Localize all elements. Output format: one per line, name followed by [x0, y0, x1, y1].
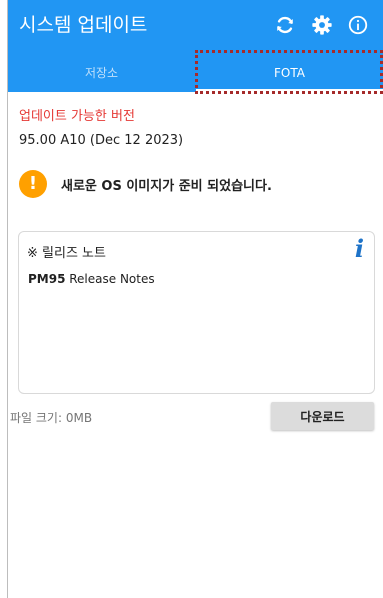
- release-notes-text: Release Notes: [65, 272, 155, 286]
- settings-button[interactable]: [308, 11, 336, 39]
- info-icon: [348, 15, 368, 35]
- tab-storage[interactable]: 저장소: [8, 56, 195, 92]
- download-button[interactable]: 다운로드: [271, 402, 374, 430]
- app-title: 시스템 업데이트: [19, 14, 148, 36]
- tab-fota[interactable]: FOTA: [196, 56, 383, 92]
- tab-selected-indicator: [196, 89, 383, 92]
- release-notes-card: ※ 릴리즈 노트 i PM95 Release Notes: [18, 231, 375, 394]
- exclamation-icon: !: [19, 170, 47, 198]
- os-image-ready-message: 새로운 OS 이미지가 준비 되었습니다.: [61, 179, 272, 194]
- release-notes-body: PM95 Release Notes: [28, 272, 155, 286]
- gear-icon: [312, 15, 332, 35]
- release-notes-title: ※ 릴리즈 노트: [27, 246, 106, 261]
- info-italic-icon[interactable]: i: [355, 236, 364, 262]
- release-notes-model: PM95: [28, 272, 66, 286]
- available-version-label: 업데이트 가능한 버전: [19, 109, 135, 124]
- tab-bar: 저장소 FOTA: [8, 56, 383, 92]
- info-button[interactable]: [344, 11, 372, 39]
- version-text: 95.00 A10 (Dec 12 2023): [19, 133, 184, 148]
- refresh-icon: [277, 16, 293, 34]
- refresh-button[interactable]: [271, 11, 299, 39]
- app-bar: 시스템 업데이트 저장소 FOTA: [8, 0, 383, 92]
- app-window: 시스템 업데이트 저장소 FOTA 업데이트 가능한 버전 95.00 A10 …: [7, 0, 383, 598]
- file-size-text: 파일 크기: 0MB: [10, 411, 93, 425]
